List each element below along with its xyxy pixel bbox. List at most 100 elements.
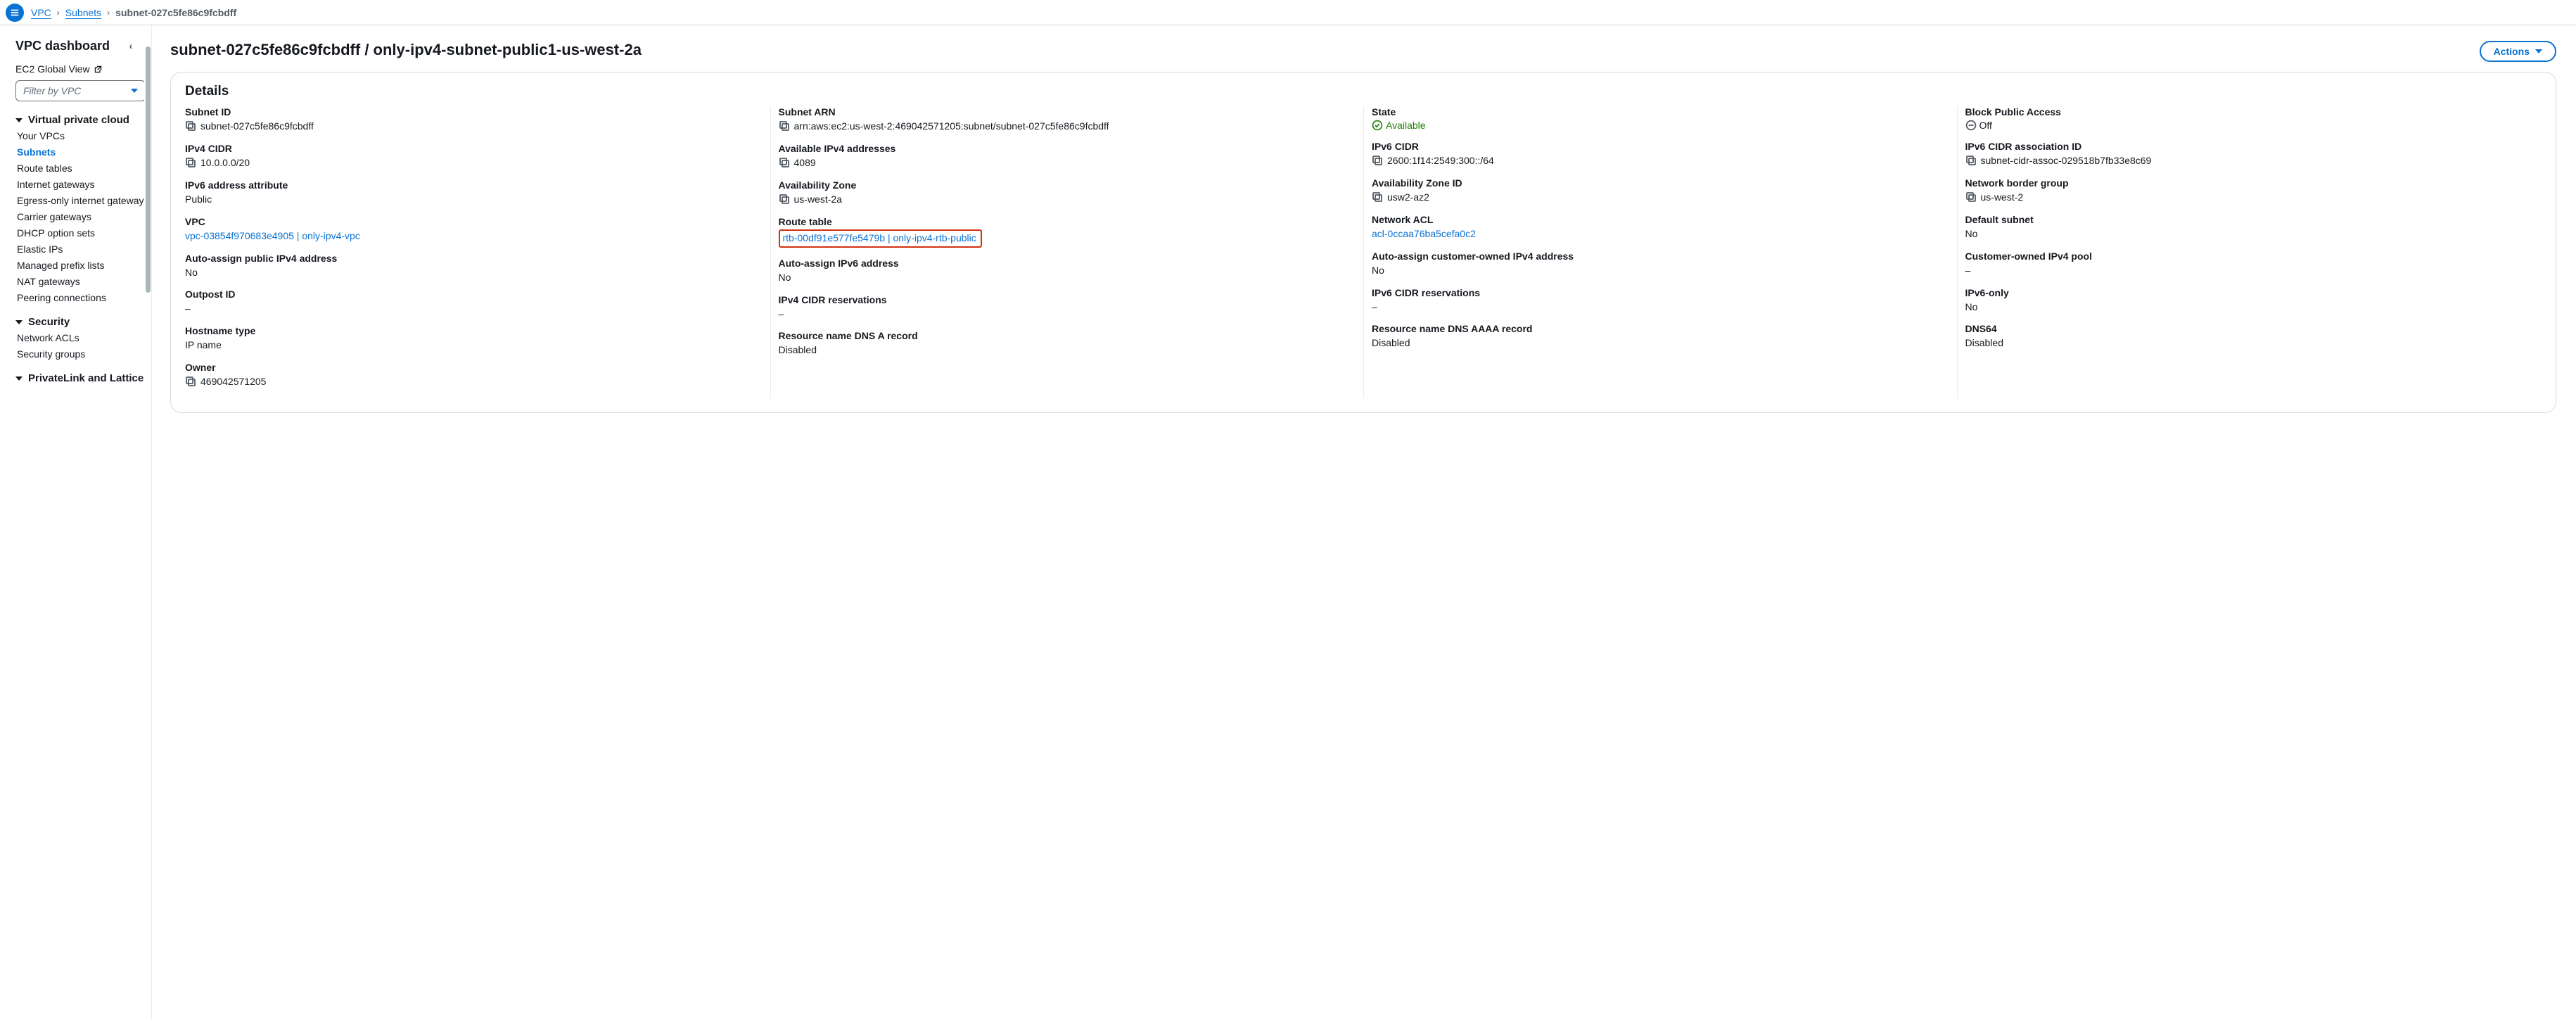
- label-vpc: VPC: [185, 216, 751, 227]
- main-content: subnet-027c5fe86c9fcbdff / only-ipv4-sub…: [152, 25, 2576, 1019]
- breadcrumb-current: subnet-027c5fe86c9fcbdff: [115, 7, 236, 18]
- caret-down-icon: [2535, 49, 2542, 53]
- value-avail-ipv4: 4089: [794, 156, 816, 170]
- label-dns64: DNS64: [1965, 323, 2531, 334]
- page-title: subnet-027c5fe86c9fcbdff / only-ipv4-sub…: [170, 41, 642, 59]
- actions-button[interactable]: Actions: [2480, 41, 2556, 62]
- sidebar-item-security-groups[interactable]: Security groups: [17, 348, 151, 360]
- value-subnet-id: subnet-027c5fe86c9fcbdff: [200, 120, 314, 133]
- value-ipv6-assoc: subnet-cidr-assoc-029518b7fb33e8c69: [1981, 154, 2152, 167]
- label-az-id: Availability Zone ID: [1372, 177, 1937, 189]
- value-ipv6-res: –: [1372, 300, 1377, 314]
- label-hostname-type: Hostname type: [185, 325, 751, 336]
- details-col-1: Subnet ID subnet-027c5fe86c9fcbdff IPv4 …: [185, 106, 762, 398]
- sidebar-section-privatelink[interactable]: PrivateLink and Lattice: [15, 372, 151, 384]
- label-auto-ipv6: Auto-assign IPv6 address: [779, 258, 1344, 269]
- label-auto-co-ipv4: Auto-assign customer-owned IPv4 address: [1372, 251, 1937, 262]
- label-ipv6-attr: IPv6 address attribute: [185, 179, 751, 191]
- label-coip-pool: Customer-owned IPv4 pool: [1965, 251, 2531, 262]
- label-outpost: Outpost ID: [185, 289, 751, 300]
- sidebar-item-carrier-gateways[interactable]: Carrier gateways: [17, 211, 151, 222]
- status-available: Available: [1372, 120, 1426, 131]
- label-owner: Owner: [185, 362, 751, 373]
- breadcrumb-subnets[interactable]: Subnets: [65, 7, 101, 18]
- sidebar-item-managed-prefix-lists[interactable]: Managed prefix lists: [17, 260, 151, 271]
- value-default-subnet: No: [1965, 227, 1978, 241]
- sidebar-item-internet-gateways[interactable]: Internet gateways: [17, 179, 151, 190]
- label-ipv6-only: IPv6-only: [1965, 287, 2531, 298]
- sidebar-item-peering-connections[interactable]: Peering connections: [17, 292, 151, 303]
- menu-icon: [10, 8, 20, 18]
- copy-icon[interactable]: [185, 120, 196, 132]
- label-default-subnet: Default subnet: [1965, 214, 2531, 225]
- breadcrumb-vpc[interactable]: VPC: [31, 7, 51, 18]
- sidebar-security-items: Network ACLs Security groups: [15, 332, 151, 360]
- sidebar-item-egress-gateways[interactable]: Egress-only internet gateways: [17, 195, 151, 206]
- copy-icon[interactable]: [779, 194, 790, 205]
- copy-icon[interactable]: [1965, 155, 1977, 166]
- filter-by-vpc-select[interactable]: Filter by VPC: [15, 80, 146, 101]
- breadcrumb-bar: VPC › Subnets › subnet-027c5fe86c9fcbdff: [0, 0, 2576, 25]
- sidebar-scrollbar[interactable]: [144, 25, 151, 1019]
- label-ipv6-res: IPv6 CIDR reservations: [1372, 287, 1937, 298]
- copy-icon[interactable]: [1372, 191, 1383, 203]
- sidebar-item-nat-gateways[interactable]: NAT gateways: [17, 276, 151, 287]
- details-col-4: Block Public Access Off IPv6 CIDR associ…: [1965, 106, 2542, 398]
- value-auto-pub-ipv4: No: [185, 266, 198, 279]
- value-dns64: Disabled: [1965, 336, 2003, 350]
- value-nacl-link[interactable]: acl-0ccaa76ba5cefa0c2: [1372, 227, 1476, 241]
- value-dns-a: Disabled: [779, 343, 817, 357]
- sidebar-title: VPC dashboard: [15, 39, 110, 53]
- sidebar-item-network-acls[interactable]: Network ACLs: [17, 332, 151, 343]
- value-vpc-link[interactable]: vpc-03854f970683e4905 | only-ipv4-vpc: [185, 229, 360, 243]
- value-auto-ipv6: No: [779, 271, 791, 284]
- chevron-right-icon: ›: [107, 8, 110, 18]
- value-subnet-arn: arn:aws:ec2:us-west-2:469042571205:subne…: [794, 120, 1109, 133]
- value-outpost: –: [185, 302, 191, 315]
- copy-icon[interactable]: [779, 157, 790, 168]
- label-ipv4-cidr: IPv4 CIDR: [185, 143, 751, 154]
- value-ipv4-res: –: [779, 308, 784, 321]
- sidebar-item-your-vpcs[interactable]: Your VPCs: [17, 130, 151, 141]
- value-nbg: us-west-2: [1981, 191, 2024, 204]
- label-nacl: Network ACL: [1372, 214, 1937, 225]
- filter-placeholder: Filter by VPC: [23, 85, 81, 96]
- sidebar-item-subnets[interactable]: Subnets: [17, 146, 151, 158]
- route-table-highlight: rtb-00df91e577fe5479b | only-ipv4-rtb-pu…: [779, 229, 982, 248]
- value-coip-pool: –: [1965, 264, 1971, 277]
- label-subnet-id: Subnet ID: [185, 106, 751, 118]
- label-dns-a: Resource name DNS A record: [779, 330, 1344, 341]
- value-route-table-link[interactable]: rtb-00df91e577fe5479b | only-ipv4-rtb-pu…: [783, 232, 976, 243]
- label-nbg: Network border group: [1965, 177, 2531, 189]
- sidebar-item-dhcp-option-sets[interactable]: DHCP option sets: [17, 227, 151, 239]
- copy-icon[interactable]: [779, 120, 790, 132]
- details-col-3: State Available IPv6 CIDR 2600:1f14:2549…: [1372, 106, 1949, 398]
- sidebar-collapse-button[interactable]: ‹: [123, 38, 139, 53]
- label-ipv6-cidr: IPv6 CIDR: [1372, 141, 1937, 152]
- copy-icon[interactable]: [185, 157, 196, 168]
- external-link-icon: [94, 65, 103, 74]
- value-ipv6-cidr: 2600:1f14:2549:300::/64: [1387, 154, 1494, 167]
- nav-menu-button[interactable]: [6, 4, 24, 22]
- ec2-global-view-link[interactable]: EC2 Global View: [15, 63, 151, 75]
- label-ipv6-assoc: IPv6 CIDR association ID: [1965, 141, 2531, 152]
- sidebar-vpc-items: Your VPCs Subnets Route tables Internet …: [15, 130, 151, 303]
- value-az-id: usw2-az2: [1387, 191, 1429, 204]
- sidebar-section-vpc[interactable]: Virtual private cloud: [15, 114, 151, 126]
- value-owner: 469042571205: [200, 375, 266, 388]
- copy-icon[interactable]: [185, 376, 196, 387]
- copy-icon[interactable]: [1372, 155, 1383, 166]
- label-ipv4-res: IPv4 CIDR reservations: [779, 294, 1344, 305]
- panel-title: Details: [185, 84, 2542, 99]
- label-auto-pub-ipv4: Auto-assign public IPv4 address: [185, 253, 751, 264]
- sidebar: VPC dashboard ‹ EC2 Global View Filter b…: [0, 25, 151, 1019]
- caret-down-icon: [131, 89, 138, 93]
- copy-icon[interactable]: [1965, 191, 1977, 203]
- sidebar-item-route-tables[interactable]: Route tables: [17, 163, 151, 174]
- sidebar-section-security[interactable]: Security: [15, 316, 151, 328]
- breadcrumbs: VPC › Subnets › subnet-027c5fe86c9fcbdff: [31, 7, 236, 18]
- value-ipv6-attr: Public: [185, 193, 212, 206]
- value-az: us-west-2a: [794, 193, 842, 206]
- value-ipv6-only: No: [1965, 300, 1978, 314]
- sidebar-item-elastic-ips[interactable]: Elastic IPs: [17, 243, 151, 255]
